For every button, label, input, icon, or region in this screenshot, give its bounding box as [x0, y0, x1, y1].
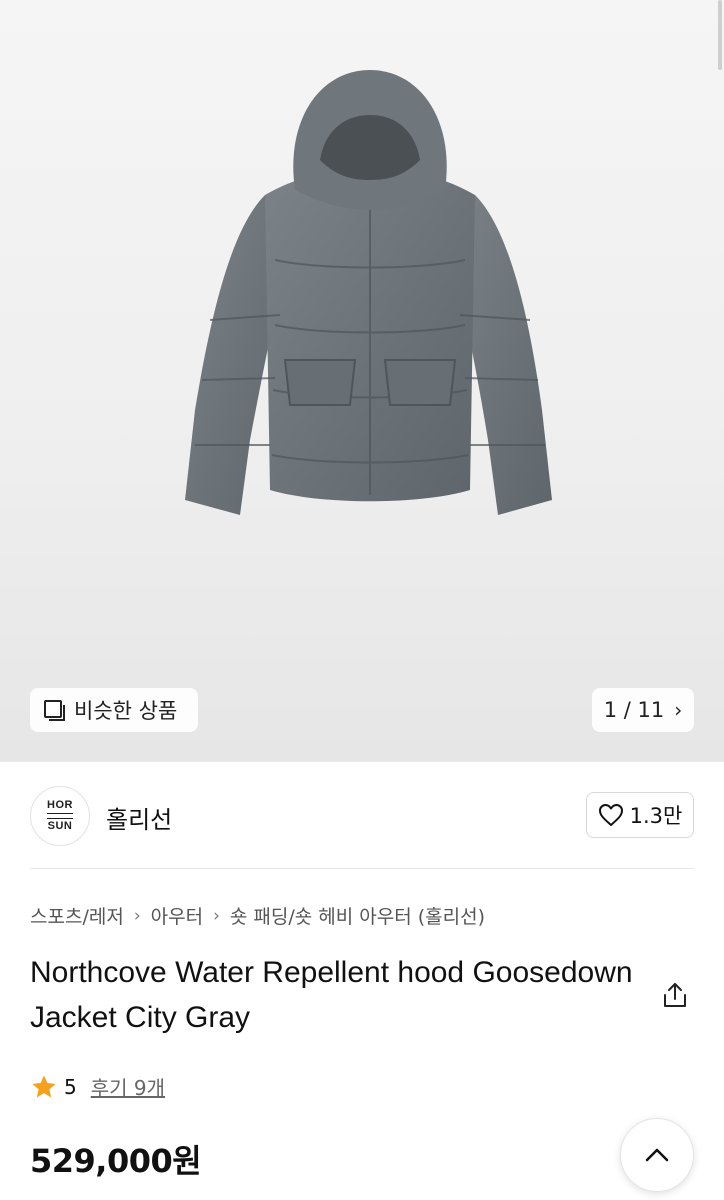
image-counter: 1 / 11: [603, 698, 665, 722]
similar-products-label: 비슷한 상품: [74, 699, 178, 723]
breadcrumb-item[interactable]: 아우터: [151, 902, 203, 929]
breadcrumb-item[interactable]: 스포츠/레저: [30, 902, 124, 929]
rating-value: 5: [64, 1074, 77, 1099]
brand-name[interactable]: 홀리선: [106, 800, 172, 835]
scrollbar-thumb[interactable]: [718, 0, 722, 70]
brand-logo-text-top: HOR: [47, 799, 73, 811]
star-icon: [32, 1074, 56, 1097]
breadcrumb-item[interactable]: 숏 패딩/숏 헤비 아우터 (홀리선): [230, 902, 485, 929]
breadcrumb: 스포츠/레저 › 아우터 › 숏 패딩/숏 헤비 아우터 (홀리선): [30, 902, 485, 929]
scroll-to-top-button[interactable]: [620, 1118, 694, 1192]
chevron-right-icon: ›: [674, 698, 683, 722]
similar-products-button[interactable]: 비슷한 상품: [30, 688, 198, 732]
chevron-up-icon: [645, 1148, 669, 1162]
product-image-carousel[interactable]: 비슷한 상품 1 / 11 ›: [0, 0, 724, 762]
heart-icon: [598, 804, 623, 826]
brand-logo-bar: [47, 813, 73, 819]
chevron-right-icon: ›: [213, 905, 220, 926]
like-button[interactable]: 1.3만: [586, 792, 694, 838]
copy-icon: [44, 700, 65, 721]
brand-logo[interactable]: HOR SUN: [30, 786, 90, 846]
product-title: Northcove Water Repellent hood Goosedown…: [30, 956, 633, 1034]
rating-row: 5 후기 9개: [30, 1072, 165, 1101]
price: 529,000원: [30, 1142, 202, 1180]
divider: [30, 868, 694, 869]
product-image-jacket: [185, 70, 552, 515]
chevron-right-icon: ›: [133, 905, 141, 926]
like-count: 1.3만: [629, 804, 683, 828]
review-count-link[interactable]: 후기 9개: [91, 1072, 165, 1101]
share-icon[interactable]: [660, 980, 690, 1010]
brand-logo-text-bottom: SUN: [47, 820, 73, 832]
image-counter-button[interactable]: 1 / 11 ›: [592, 688, 694, 732]
